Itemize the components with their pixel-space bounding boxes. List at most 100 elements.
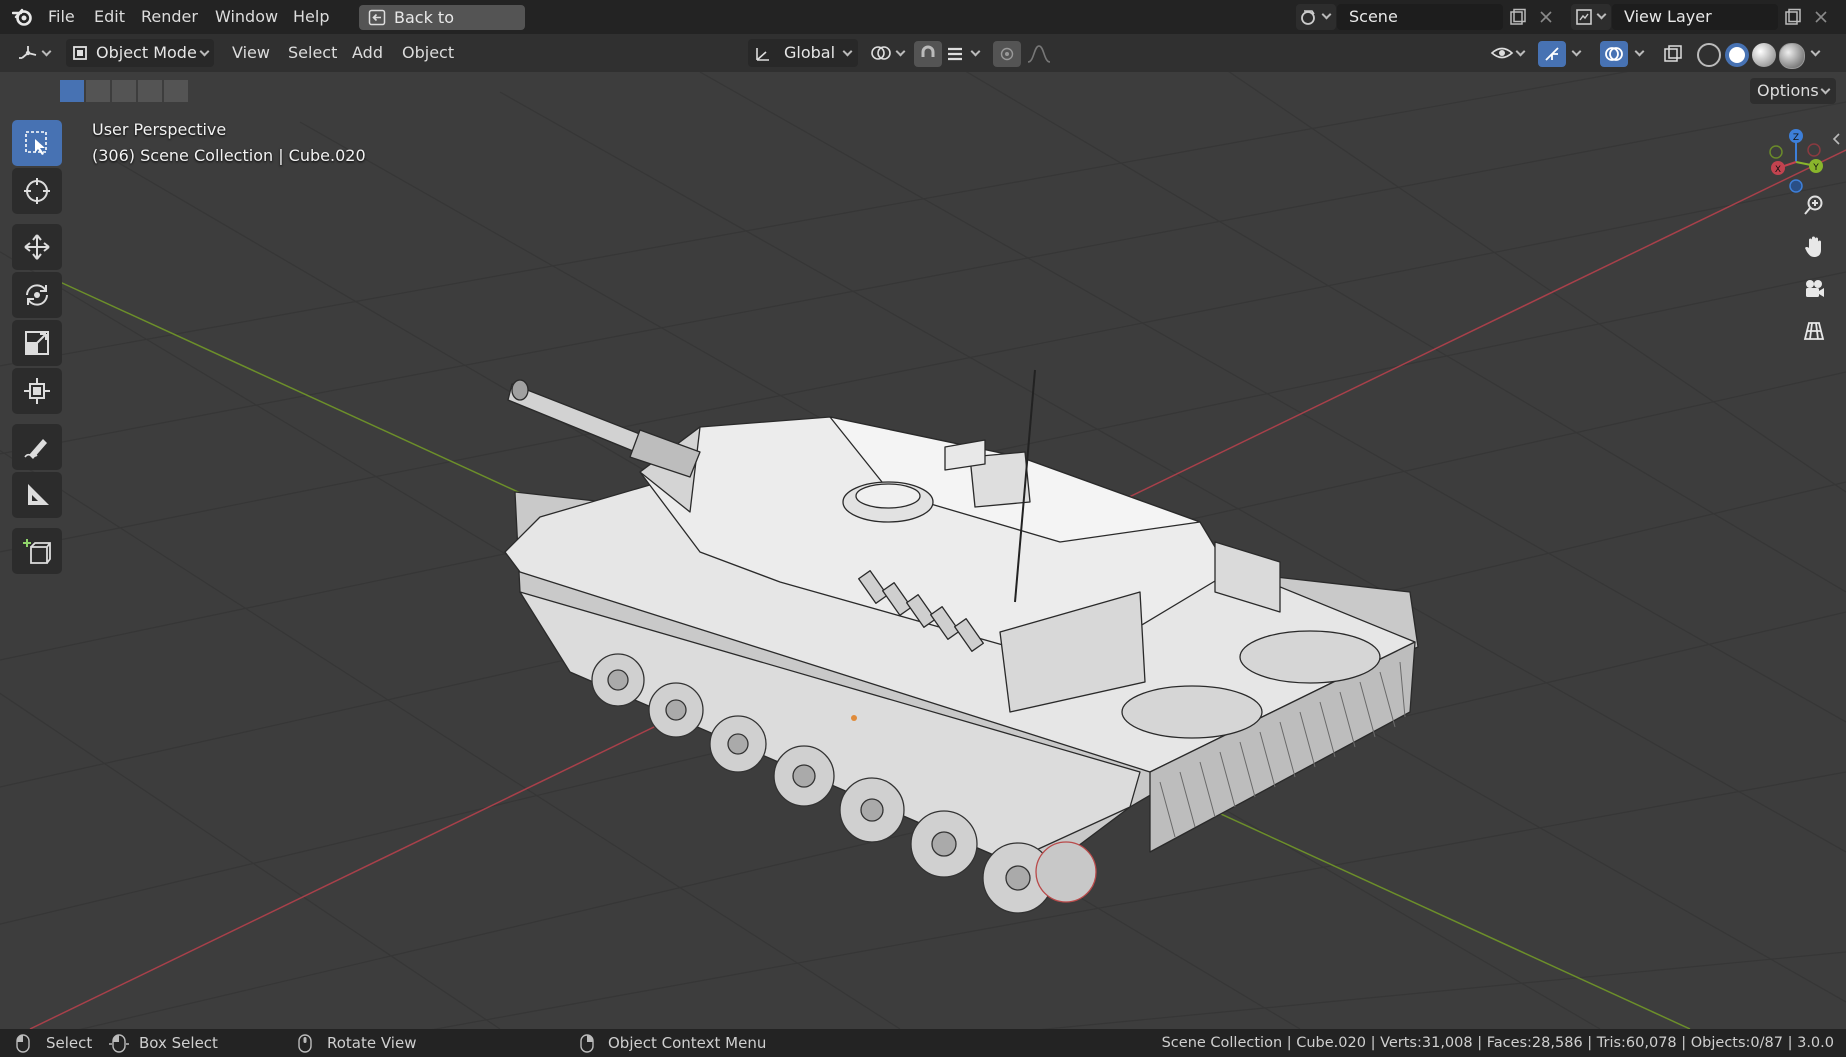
move-icon	[24, 234, 50, 260]
zoom-button[interactable]	[1794, 186, 1834, 224]
xray-toggle-icon[interactable]	[1663, 44, 1683, 64]
magnet-icon	[921, 45, 935, 57]
visibility-eye-icon[interactable]	[1490, 44, 1514, 62]
tank-model[interactable]	[504, 369, 1419, 914]
blender-logo-icon[interactable]	[12, 7, 34, 27]
menu-render[interactable]: Render	[141, 0, 198, 34]
header-menu-add[interactable]: Add	[352, 34, 383, 72]
snap-increment-icon[interactable]	[946, 45, 964, 63]
top-menu-bar: File Edit Render Window Help Back to Pre…	[0, 0, 1846, 52]
collapse-sidebar-icon[interactable]	[1832, 132, 1842, 146]
measure-tool[interactable]	[12, 472, 62, 518]
solid-shading-icon	[1729, 47, 1745, 63]
transform-tool[interactable]	[12, 368, 62, 414]
transform-orientation-dropdown[interactable]: Global	[748, 39, 858, 67]
scene-name-field[interactable]: Scene	[1337, 4, 1503, 30]
select-subtract-button[interactable]	[112, 80, 136, 102]
grid-perspective-icon	[1803, 322, 1825, 340]
back-to-previous-button[interactable]: Back to Previous	[359, 5, 525, 52]
status-select-hint: Select	[46, 1034, 93, 1052]
proportional-editing-toggle[interactable]	[993, 41, 1021, 67]
mouse-right-icon	[580, 1034, 594, 1053]
new-view-layer-icon[interactable]	[1784, 8, 1802, 26]
measure-ruler-icon	[28, 484, 49, 505]
context-label: (306) Scene Collection | Cube.020	[92, 146, 366, 165]
gizmo-toggle[interactable]	[1538, 41, 1566, 67]
annotate-pencil-icon	[24, 439, 47, 459]
select-intersect-button[interactable]	[164, 80, 188, 102]
viewport-scene	[0, 72, 1846, 1029]
overlays-toggle[interactable]	[1600, 41, 1628, 67]
scale-tool[interactable]	[12, 320, 62, 366]
scene-browse-button[interactable]	[1296, 4, 1336, 30]
3d-viewport[interactable]: User Perspective (306) Scene Collection …	[0, 72, 1846, 1029]
menu-edit[interactable]: Edit	[94, 0, 125, 34]
transform-icon	[24, 378, 50, 404]
annotate-tool[interactable]	[12, 424, 62, 470]
menu-window[interactable]: Window	[215, 0, 278, 34]
mouse-middle-icon	[298, 1034, 312, 1053]
object-mode-icon	[73, 46, 87, 60]
status-box-select-hint: Box Select	[139, 1034, 218, 1052]
scene-name-text: Scene	[1349, 7, 1398, 26]
overlays-icon	[1605, 47, 1623, 61]
mode-dropdown[interactable]: Object Mode	[66, 39, 214, 67]
gizmo-icon	[1545, 47, 1559, 61]
chevron-down-icon	[1820, 84, 1831, 95]
cursor-icon	[24, 178, 50, 204]
move-tool[interactable]	[12, 224, 62, 270]
proportional-icon	[1000, 47, 1014, 61]
camera-icon	[1806, 280, 1824, 297]
perspective-toggle-button[interactable]	[1794, 312, 1834, 350]
cursor-tool[interactable]	[12, 168, 62, 214]
view-layer-name-text: View Layer	[1624, 7, 1712, 26]
camera-view-button[interactable]	[1794, 270, 1834, 308]
view-layer-name-field[interactable]: View Layer	[1612, 4, 1778, 30]
add-cube-tool[interactable]	[12, 528, 62, 574]
select-box-tool[interactable]	[12, 120, 62, 166]
falloff-curve-icon[interactable]	[1026, 44, 1056, 64]
status-rotate-view-hint: Rotate View	[327, 1034, 417, 1052]
view-layer-icon	[1576, 9, 1592, 25]
header-menu-object[interactable]: Object	[402, 34, 454, 72]
scale-icon	[25, 331, 49, 355]
material-shading-icon[interactable]	[1752, 43, 1776, 67]
rendered-shading-icon[interactable]	[1779, 43, 1805, 69]
mode-label: Object Mode	[96, 43, 197, 62]
orientation-label: Global	[784, 43, 836, 62]
mouse-left-icon	[16, 1034, 30, 1053]
scene-statistics: Scene Collection | Cube.020 | Verts:31,0…	[1161, 1035, 1834, 1051]
rotate-tool[interactable]	[12, 272, 62, 318]
scene-icon	[1301, 10, 1315, 25]
wireframe-shading-icon[interactable]	[1697, 43, 1721, 67]
perspective-label: User Perspective	[92, 120, 227, 139]
select-invert-button[interactable]	[138, 80, 162, 102]
chevron-down-icon	[41, 46, 52, 57]
svg-text:Z: Z	[1793, 133, 1799, 143]
svg-text:X: X	[1775, 165, 1781, 175]
chevron-down-icon	[1321, 9, 1332, 20]
svg-text:Y: Y	[1812, 163, 1819, 173]
new-scene-icon[interactable]	[1509, 8, 1527, 26]
snap-toggle[interactable]	[914, 41, 942, 67]
pan-button[interactable]	[1794, 228, 1834, 266]
editor-type-button[interactable]	[14, 39, 54, 67]
options-label: Options	[1757, 81, 1819, 100]
view-layer-browse-button[interactable]	[1571, 4, 1611, 30]
select-new-button[interactable]	[60, 80, 84, 102]
close-icon[interactable]	[1539, 10, 1553, 24]
pivot-point-icon[interactable]	[870, 44, 892, 62]
orientation-icon	[756, 48, 769, 61]
solid-shading-button[interactable]	[1725, 43, 1749, 67]
back-arrow-icon	[368, 9, 386, 26]
menu-file[interactable]: File	[48, 0, 75, 34]
select-extend-button[interactable]	[86, 80, 110, 102]
select-box-icon	[25, 131, 47, 155]
close-icon[interactable]	[1814, 10, 1828, 24]
status-context-menu-hint: Object Context Menu	[608, 1034, 767, 1052]
header-menu-view[interactable]: View	[232, 34, 270, 72]
menu-help[interactable]: Help	[293, 0, 329, 34]
options-button[interactable]: Options	[1750, 78, 1836, 104]
zoom-icon	[1804, 195, 1823, 215]
header-menu-select[interactable]: Select	[288, 34, 337, 72]
